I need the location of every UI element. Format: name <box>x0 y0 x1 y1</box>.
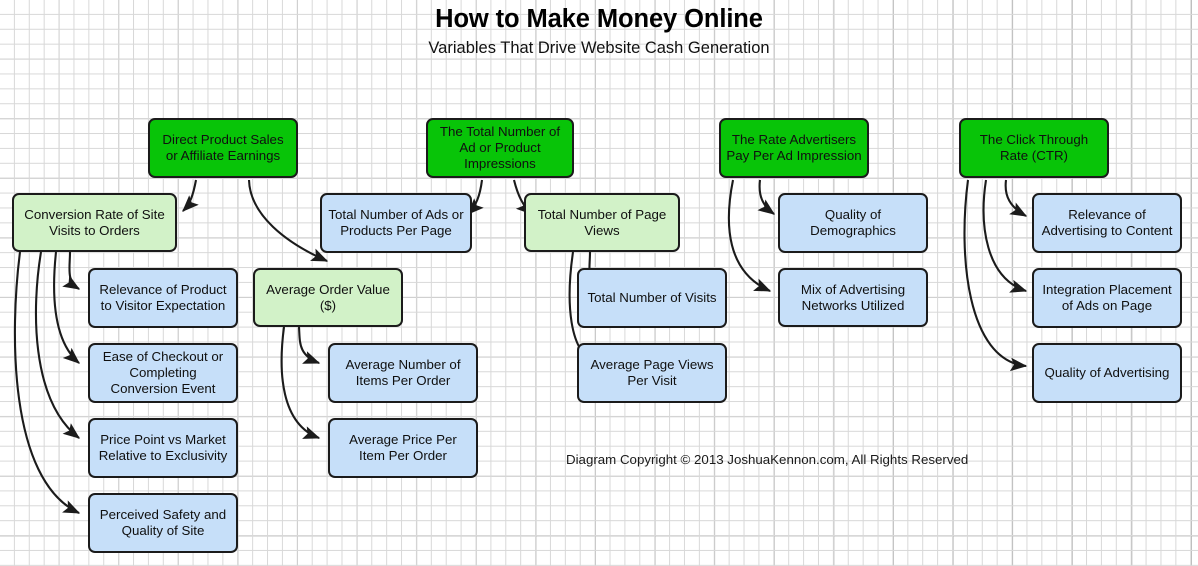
node-relevance-advertising[interactable]: Relevance of Advertising to Content <box>1032 193 1182 253</box>
node-ease-of-checkout[interactable]: Ease of Checkout or Completing Conversio… <box>88 343 238 403</box>
node-price-point[interactable]: Price Point vs Market Relative to Exclus… <box>88 418 238 478</box>
node-label: Quality of Demographics <box>810 207 896 238</box>
node-label: Direct Product Sales or Affiliate Earnin… <box>162 132 284 163</box>
node-label: Relevance of Advertising to Content <box>1041 207 1173 238</box>
node-label: Mix of Advertising Networks Utilized <box>800 281 906 313</box>
node-label: Ease of Checkout or Completing Conversio… <box>102 349 224 396</box>
node-direct-product-sales[interactable]: Direct Product Sales or Affiliate Earnin… <box>148 118 298 178</box>
node-mix-ad-networks[interactable]: Mix of Advertising Networks Utilized <box>778 268 928 327</box>
node-label: Perceived Safety and Quality of Site <box>99 507 227 538</box>
node-rate-advertisers-pay[interactable]: The Rate Advertisers Pay Per Ad Impressi… <box>719 118 869 178</box>
node-label: Quality of Advertising <box>1044 365 1170 381</box>
node-avg-price-per-item[interactable]: Average Price Per Item Per Order <box>328 418 478 478</box>
page-title: How to Make Money Online <box>435 5 763 33</box>
node-label: The Total Number of Ad or Product Impres… <box>439 124 561 171</box>
node-avg-page-views-per-visit[interactable]: Average Page Views Per Visit <box>577 343 727 403</box>
node-label: Average Page Views Per Visit <box>590 357 714 388</box>
node-conversion-rate[interactable]: Conversion Rate of Site Visits to Orders <box>12 193 177 252</box>
copyright-notice: Diagram Copyright © 2013 JoshuaKennon.co… <box>566 452 969 467</box>
node-label: Total Number of Page Views <box>537 206 667 238</box>
node-total-visits[interactable]: Total Number of Visits <box>577 268 727 328</box>
node-perceived-safety[interactable]: Perceived Safety and Quality of Site <box>88 493 238 553</box>
node-average-order-value[interactable]: Average Order Value ($) <box>253 268 403 327</box>
node-label: Total Number of Ads or Products Per Page <box>328 207 464 238</box>
node-click-through-rate[interactable]: The Click Through Rate (CTR) <box>959 118 1109 178</box>
node-relevance-product[interactable]: Relevance of Product to Visitor Expectat… <box>88 268 238 328</box>
node-label: Price Point vs Market Relative to Exclus… <box>98 432 228 463</box>
node-label: Relevance of Product to Visitor Expectat… <box>99 282 227 313</box>
node-integration-placement[interactable]: Integration Placement of Ads on Page <box>1032 268 1182 328</box>
node-label: Average Order Value ($) <box>266 281 390 313</box>
node-label: Average Price Per Item Per Order <box>349 432 457 463</box>
node-label: Total Number of Visits <box>587 290 717 306</box>
node-total-page-views[interactable]: Total Number of Page Views <box>524 193 680 252</box>
diagram-canvas: How to Make Money Online Variables That … <box>0 0 1198 566</box>
node-label: Average Number of Items Per Order <box>345 357 461 388</box>
node-total-impressions[interactable]: The Total Number of Ad or Product Impres… <box>426 118 574 178</box>
node-ads-per-page[interactable]: Total Number of Ads or Products Per Page <box>320 193 472 253</box>
node-quality-advertising[interactable]: Quality of Advertising <box>1032 343 1182 403</box>
node-avg-items-per-order[interactable]: Average Number of Items Per Order <box>328 343 478 403</box>
node-quality-demographics[interactable]: Quality of Demographics <box>778 193 928 253</box>
node-label: The Click Through Rate (CTR) <box>979 132 1089 163</box>
node-label: Integration Placement of Ads on Page <box>1042 282 1172 313</box>
title-block: How to Make Money Online Variables That … <box>0 4 1198 59</box>
node-label: The Rate Advertisers Pay Per Ad Impressi… <box>726 132 862 163</box>
node-label: Conversion Rate of Site Visits to Orders <box>24 206 165 238</box>
page-subtitle: Variables That Drive Website Cash Genera… <box>428 38 770 57</box>
